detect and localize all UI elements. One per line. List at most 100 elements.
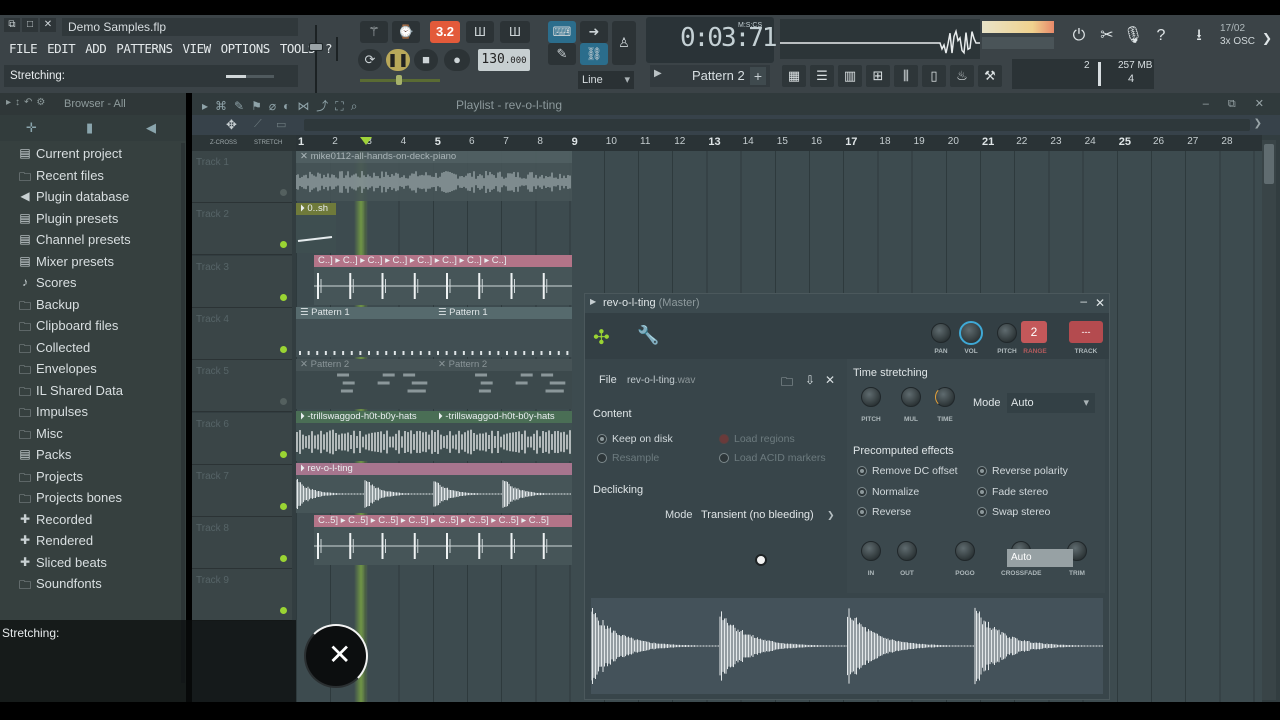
volume-knob[interactable] — [959, 321, 983, 345]
timeline-ruler[interactable]: 1 2 3 4 5 6 7 8 9 10 11 12 13 14 15 16 17 18 19 20 21 22 23 24 2… — [296, 135, 1262, 151]
ts-time-knob[interactable] — [935, 387, 955, 407]
master-volume-slider[interactable] — [306, 25, 326, 95]
keyboard-icon[interactable]: ⌨ — [548, 21, 576, 43]
ts-mul-knob[interactable] — [901, 387, 921, 407]
clip-pattern2-a[interactable]: ✕ Pattern 2 — [296, 359, 434, 409]
overlay-close-button[interactable]: ✕ — [304, 624, 368, 688]
out-knob[interactable] — [897, 541, 917, 561]
browser-item[interactable]: 🗀 Projects bones — [0, 487, 186, 509]
clip-hats-a[interactable]: ⏵ -trillswaggod-h0t-b0y-hats — [296, 411, 434, 461]
track-mute-led[interactable] — [280, 293, 287, 301]
wrench-icon[interactable]: ⚒ — [978, 65, 1002, 87]
piano-roll-icon[interactable]: ▥ — [838, 65, 862, 87]
clip-pattern2-b[interactable]: ✕ Pattern 2 — [434, 359, 572, 409]
folder-icon[interactable]: 🗀 — [781, 373, 793, 394]
browser-item[interactable]: 🗀 Misc — [0, 423, 186, 445]
stretch-label[interactable]: STRETCH — [254, 140, 282, 146]
track-header[interactable]: Track 5 — [192, 360, 292, 413]
browser-item[interactable]: ✚ Sliced beats — [0, 552, 186, 574]
close-icon[interactable]: ✕ — [1095, 296, 1105, 310]
channel-titlebar[interactable]: ▶ rev-o-l-ting (Master) – ✕ — [585, 294, 1109, 313]
ts-mode-select[interactable]: Auto — [1007, 393, 1095, 413]
browser-item[interactable]: ✚ Recorded — [0, 509, 186, 531]
playlist-icon[interactable]: ▦ — [782, 65, 806, 87]
arrow-right-icon[interactable]: ➜ — [580, 21, 608, 43]
help-icon[interactable]: ? — [1150, 25, 1172, 47]
keep-on-disk-option[interactable]: Keep on disk — [597, 433, 673, 445]
collapse-icon[interactable]: ✛ — [26, 120, 37, 136]
browser-item[interactable]: ◀ Plugin database — [0, 186, 186, 208]
normalize-option[interactable]: Normalize — [857, 486, 919, 498]
clip-kick[interactable]: C..] ▸ C..] ▸ C..] ▸ C..] ▸ C..] ▸ C..] … — [314, 255, 572, 305]
clip-pattern1-b[interactable]: ☰ Pattern 1 — [434, 307, 572, 357]
pan-knob[interactable] — [931, 323, 951, 343]
track-header[interactable]: Track 8 — [192, 517, 292, 570]
waveform-tab-icon[interactable]: ✣ — [593, 325, 610, 350]
browser-item[interactable]: 🗀 Impulses — [0, 401, 186, 423]
record-icon[interactable]: ● — [444, 49, 470, 71]
in-knob[interactable] — [861, 541, 881, 561]
fade-stereo-option[interactable]: Fade stereo — [977, 486, 1048, 498]
typing-keyboard-icon[interactable]: ⚚ — [360, 21, 388, 43]
sample-waveform[interactable] — [591, 598, 1103, 694]
slice-icon[interactable]: ⟋ — [254, 118, 262, 131]
load-regions-option[interactable]: Load regions — [719, 433, 795, 445]
play-pause-icon[interactable]: ❚❚ — [386, 49, 410, 71]
track-header[interactable]: Track 2 — [192, 203, 292, 256]
track-mute-led[interactable] — [280, 502, 287, 510]
browser-item[interactable]: 🗀 IL Shared Data — [0, 380, 186, 402]
playlist-window-buttons[interactable]: ‒ ⧉ ✕ — [1203, 97, 1272, 111]
hint-slider[interactable] — [226, 75, 274, 78]
swap-stereo-option[interactable]: Swap stereo — [977, 506, 1050, 518]
track-mute-led[interactable] — [280, 241, 287, 249]
minimize-icon[interactable]: – — [1080, 294, 1087, 308]
load-acid-option[interactable]: Load ACID markers — [719, 452, 826, 464]
download-icon[interactable]: ⭳ — [1188, 25, 1210, 47]
pencil-icon[interactable]: ✎ — [548, 43, 576, 65]
playlist-tools-icon[interactable]: ▸⌘✎⚑⌀◐⋈⤴⛶⌕ — [202, 97, 364, 114]
menu-options[interactable]: OPTIONS — [216, 41, 275, 56]
clip-pattern1-a[interactable]: ☰ Pattern 1 — [296, 307, 434, 357]
master-pitch-slider[interactable] — [330, 37, 344, 61]
remove-icon[interactable]: ✕ — [825, 373, 835, 387]
track-mute-led[interactable] — [280, 189, 287, 196]
power-icon[interactable]: ⏻ — [1068, 25, 1090, 47]
file-icon[interactable]: ▯ — [922, 65, 946, 87]
file-name[interactable]: rev-o-l-ting.wav — [627, 375, 695, 386]
browser-item[interactable]: 🗀 Clipboard files — [0, 315, 186, 337]
track-mute-led[interactable] — [280, 345, 287, 353]
menu-patterns[interactable]: PATTERNS — [111, 41, 177, 56]
browser-scrollbar[interactable] — [181, 143, 185, 683]
wrench-tab-icon[interactable]: 🔧 — [637, 325, 659, 346]
browser-item[interactable]: ▤ Current project — [0, 143, 186, 165]
files-icon[interactable]: ▮ — [86, 120, 93, 136]
microphone-icon[interactable]: 🎙 — [1122, 25, 1144, 47]
snap-select[interactable]: Line — [578, 71, 634, 89]
speaker-icon[interactable]: ◀ — [146, 120, 156, 136]
browser-nav-icons[interactable]: ▸↕↶⚙ — [6, 97, 49, 108]
scissors-icon[interactable]: ✂ — [1096, 25, 1118, 47]
playlist-vertical-scrollbar[interactable] — [1262, 140, 1276, 700]
track-header[interactable]: Track 7 — [192, 464, 292, 517]
browser-item[interactable]: ▤ Mixer presets — [0, 251, 186, 273]
track-mute-led[interactable] — [280, 450, 287, 458]
clip-hats-b[interactable]: ⏵ -trillswaggod-h0t-b0y-hats — [434, 411, 572, 461]
main-pitch-slider[interactable] — [360, 75, 440, 85]
pattern-song-toggle-icon[interactable]: ⟳ — [358, 49, 382, 71]
browser-item[interactable]: 🗀 Recent files — [0, 165, 186, 187]
clip-sh[interactable]: ⏵ 0..sh — [296, 203, 336, 253]
track-mute-led[interactable] — [280, 607, 287, 615]
reverse-option[interactable]: Reverse — [857, 506, 911, 518]
clip-piano[interactable]: ✕ mike0112-all-hands-on-deck-piano — [296, 151, 572, 201]
browser-item[interactable]: 🗀 Soundfonts — [0, 573, 186, 595]
browser-item[interactable]: ✚ Rendered — [0, 530, 186, 552]
declick-mode-select[interactable]: Transient (no bleeding) — [701, 509, 814, 521]
chevron-right-icon[interactable]: ❯ — [1254, 118, 1262, 129]
pattern-selector[interactable]: ▶ Pattern 2 + — [650, 65, 770, 87]
pitch-range-field[interactable]: 2 — [1021, 321, 1047, 343]
browser-item[interactable]: 🗀 Projects — [0, 466, 186, 488]
remove-dc-option[interactable]: Remove DC offset — [857, 465, 958, 477]
zcross-label[interactable]: Z-CROSS — [210, 140, 237, 146]
triangle-right-icon[interactable]: ▶ — [590, 297, 596, 306]
performance-monitor[interactable]: 2 257 MB 4 — [1012, 59, 1154, 89]
